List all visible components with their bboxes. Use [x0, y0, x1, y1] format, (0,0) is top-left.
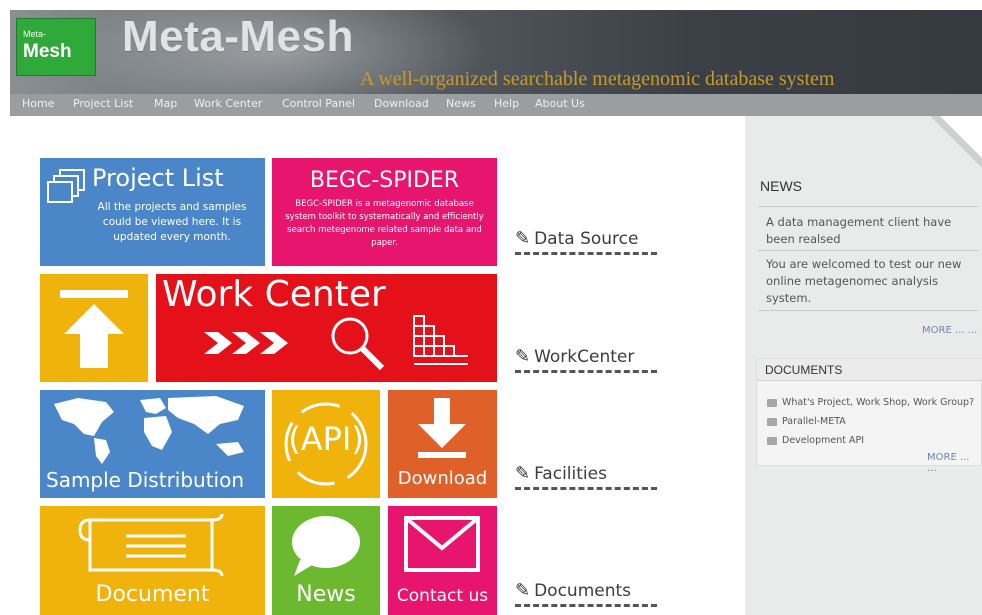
site-title: Meta-Mesh	[122, 12, 354, 61]
pen-icon: ✎	[515, 228, 531, 249]
up-arrow-icon	[60, 290, 128, 368]
scroll-document-icon	[78, 513, 224, 577]
main-nav: Home Project List Map Work Center Contro…	[10, 94, 982, 116]
logo-small-text: Meta-	[23, 29, 47, 39]
work-center-tile[interactable]: Work Center	[156, 274, 497, 382]
doc-item[interactable]: Parallel-META	[767, 416, 846, 427]
nav-work-center[interactable]: Work Center	[194, 97, 262, 110]
upload-tile[interactable]	[40, 274, 148, 382]
nav-map[interactable]: Map	[154, 97, 177, 110]
api-title: (API)	[288, 420, 364, 458]
chevrons-icon	[204, 332, 288, 354]
site-logo[interactable]: Meta- Mesh	[16, 18, 96, 76]
news-item[interactable]: You are welcomed to test our new online …	[766, 256, 976, 307]
work-center-title: Work Center	[162, 274, 386, 315]
project-list-title: Project List	[92, 164, 224, 192]
news-more-link[interactable]: MORE ... ...	[922, 325, 977, 336]
section-data-source-label: Data Source	[534, 229, 639, 249]
section-divider	[515, 370, 657, 373]
sample-distribution-tile[interactable]: Sample Distribution	[40, 390, 265, 498]
section-divider	[515, 487, 657, 490]
documents-title: DOCUMENTS	[765, 363, 843, 377]
section-data-source[interactable]: ✎ Data Source	[515, 228, 657, 255]
project-list-tile[interactable]: Project List All the projects and sample…	[40, 158, 265, 266]
news-tile[interactable]: News	[272, 506, 380, 615]
pen-icon: ✎	[515, 580, 531, 601]
section-facilities[interactable]: ✎ Facilities	[515, 463, 657, 490]
download-title: Download	[397, 468, 488, 489]
nav-project-list[interactable]: Project List	[73, 97, 133, 110]
documents-header: DOCUMENTS	[757, 359, 982, 381]
project-list-desc: All the projects and samples could be vi…	[97, 201, 247, 243]
side-divider	[758, 206, 978, 207]
side-news-title: NEWS	[760, 178, 802, 194]
nav-help[interactable]: Help	[494, 97, 519, 110]
pen-icon: ✎	[515, 463, 531, 484]
doc-item-label: Development API	[782, 435, 865, 446]
grid-chart-icon	[413, 315, 468, 365]
documents-panel: DOCUMENTS What's Project, Work Shop, Wor…	[756, 358, 982, 474]
page-fold-icon	[930, 116, 982, 168]
world-map-icon	[54, 396, 244, 464]
section-documents[interactable]: ✎ Documents	[515, 580, 657, 607]
doc-item-label: Parallel-META	[782, 416, 846, 427]
doc-item[interactable]: Development API	[767, 435, 864, 446]
news-item[interactable]: A data management client have been reals…	[766, 214, 976, 248]
nav-control-panel[interactable]: Control Panel	[282, 97, 355, 110]
nav-about-us[interactable]: About Us	[535, 97, 585, 110]
section-workcenter[interactable]: ✎ WorkCenter	[515, 346, 657, 373]
section-divider	[515, 604, 657, 607]
download-tile[interactable]: Download	[388, 390, 497, 498]
contact-us-title: Contact us	[396, 586, 489, 606]
download-arrow-icon	[418, 398, 466, 458]
pen-icon: ✎	[515, 346, 531, 367]
doc-item[interactable]: What's Project, Work Shop, Work Group?	[767, 397, 974, 408]
doc-item-label: What's Project, Work Shop, Work Group?	[782, 397, 975, 408]
sample-distribution-title: Sample Distribution	[46, 468, 245, 492]
nav-download[interactable]: Download	[374, 97, 429, 110]
begc-spider-title: BEGC-SPIDER	[309, 168, 460, 193]
envelope-icon	[404, 516, 480, 572]
document-title: Document	[95, 582, 210, 607]
section-facilities-label: Facilities	[534, 464, 607, 484]
doc-bullet-icon	[767, 398, 777, 407]
section-documents-label: Documents	[534, 581, 632, 601]
side-divider	[758, 310, 978, 311]
section-divider	[515, 252, 657, 255]
section-workcenter-label: WorkCenter	[534, 347, 635, 367]
news-title: News	[296, 582, 356, 607]
api-tile[interactable]: (API)	[272, 390, 380, 498]
begc-spider-desc: BEGC-SPIDER is a metagenomic database sy…	[285, 199, 484, 248]
doc-bullet-icon	[767, 436, 777, 445]
document-tile[interactable]: Document	[40, 506, 265, 615]
doc-bullet-icon	[767, 417, 777, 426]
speech-bubble-icon	[292, 516, 360, 576]
contact-us-tile[interactable]: Contact us	[388, 506, 497, 615]
magnifier-icon	[331, 317, 385, 371]
nav-news[interactable]: News	[446, 97, 476, 110]
docs-more-link[interactable]: MORE ... ...	[927, 452, 981, 474]
begc-spider-tile[interactable]: BEGC-SPIDER BEGC-SPIDER is a metagenomic…	[272, 158, 497, 266]
site-tagline: A well-organized searchable metagenomic …	[360, 68, 835, 90]
side-divider	[758, 250, 978, 251]
site-header: Meta- Mesh Meta-Mesh A well-organized se…	[10, 10, 982, 94]
windows-stack-icon	[47, 169, 85, 203]
logo-big-text: Mesh	[23, 41, 72, 62]
nav-home[interactable]: Home	[22, 97, 54, 110]
